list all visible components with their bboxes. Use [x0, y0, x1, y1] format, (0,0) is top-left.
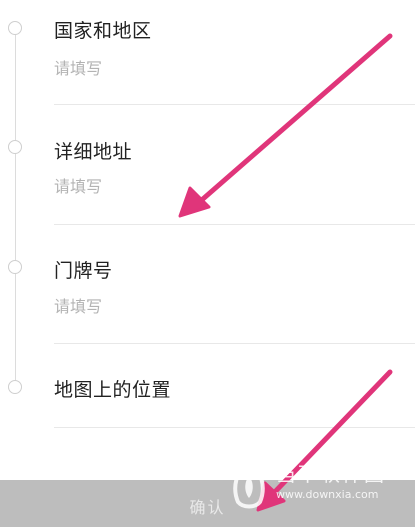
- field-label: 详细地址: [54, 141, 133, 163]
- field-label: 国家和地区: [54, 20, 152, 42]
- divider: [54, 224, 415, 225]
- watermark: 当下软件园 www.downxia.com: [226, 456, 406, 516]
- house-number-input[interactable]: [54, 297, 384, 316]
- country-region-input[interactable]: [54, 59, 384, 78]
- field-label: 地图上的位置: [54, 379, 172, 401]
- watermark-url: www.downxia.com: [276, 488, 379, 501]
- timeline-dot-icon: [8, 380, 22, 394]
- divider: [54, 343, 415, 344]
- watermark-logo-icon: [233, 459, 265, 509]
- divider: [54, 427, 415, 428]
- detailed-address-input[interactable]: [54, 177, 384, 196]
- field-label: 门牌号: [54, 260, 113, 282]
- address-form: 国家和地区 详细地址 门牌号 地图上的位置: [0, 0, 415, 480]
- watermark-title: 当下软件园: [276, 462, 386, 486]
- timeline-line: [15, 28, 16, 388]
- timeline-dot-icon: [8, 21, 22, 35]
- divider: [54, 104, 415, 105]
- timeline-dot-icon: [8, 140, 22, 154]
- timeline-dot-icon: [8, 260, 22, 274]
